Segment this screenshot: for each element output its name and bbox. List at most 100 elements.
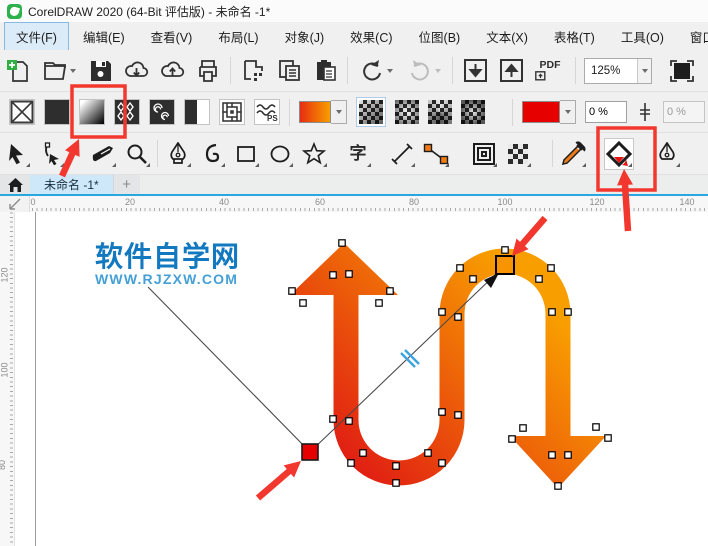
selection-node[interactable] [438,459,446,467]
selection-node[interactable] [299,299,307,307]
fullscreen-preview-icon[interactable] [668,57,696,85]
zoom-tool-icon[interactable] [123,139,151,169]
menu-item[interactable]: 查看(V) [139,22,205,51]
knife-tool-icon[interactable] [89,139,117,169]
horizontal-ruler[interactable]: 0 20 40 60 80 100 120 140 [0,196,708,213]
selection-node[interactable] [501,246,509,254]
two-color-pattern-fill-icon[interactable] [184,99,210,125]
gradient-preview-swatch[interactable] [299,101,331,123]
contour-tool-icon[interactable] [470,139,498,169]
polygon-star-tool-icon[interactable] [300,139,328,169]
rectangular-fountain-fill-icon[interactable] [461,100,485,124]
selection-node[interactable] [392,479,400,487]
copy-icon[interactable] [275,57,303,85]
zoom-level-combo[interactable]: 125% [584,57,652,84]
export-icon[interactable] [497,57,525,85]
node-color-swatch[interactable] [522,101,560,123]
selection-node[interactable] [564,308,572,316]
menu-item[interactable]: 布局(L) [206,22,270,51]
undo-flyout-caret[interactable] [387,68,393,73]
cloud-upload-icon[interactable] [158,57,186,85]
down-arrowhead[interactable] [510,436,606,488]
print-icon[interactable] [194,57,222,85]
up-arrowhead[interactable] [290,243,398,295]
selection-node[interactable] [392,462,400,470]
selection-node[interactable] [456,264,464,272]
selection-node[interactable] [375,299,383,307]
selection-node[interactable] [604,434,612,442]
rectangle-tool-icon[interactable] [232,139,260,169]
vector-pattern-fill-icon[interactable] [114,99,140,125]
open-document-icon[interactable] [40,57,78,85]
redo-icon[interactable] [404,57,444,85]
dimension-tool-icon[interactable] [388,139,416,169]
menu-item[interactable]: 工具(O) [609,22,676,51]
selection-node[interactable] [469,275,477,283]
menu-item[interactable]: 表格(T) [542,22,607,51]
node-color-caret[interactable] [560,100,576,124]
menu-item[interactable]: 文件(F) [4,21,69,51]
selection-node[interactable] [347,459,355,467]
uniform-fill-icon[interactable] [44,99,70,125]
gradient-midpoint-slider[interactable] [400,349,420,368]
selection-node[interactable] [345,270,353,278]
bitmap-pattern-fill-icon[interactable] [149,99,175,125]
selection-node[interactable] [554,482,562,490]
open-flyout-caret[interactable] [70,68,76,73]
node-transparency-input[interactable] [585,101,627,123]
selection-node[interactable] [454,411,462,419]
welcome-home-icon[interactable] [0,175,30,194]
conical-fountain-fill-icon[interactable] [428,100,452,124]
s-arrow-shape[interactable] [290,243,606,488]
zoom-combo-caret[interactable] [637,58,651,83]
cut-icon[interactable] [239,57,267,85]
menu-item[interactable]: 文本(X) [474,22,540,51]
new-document-icon[interactable] [4,57,32,85]
selection-node[interactable] [438,308,446,316]
menu-item[interactable]: 编辑(E) [71,22,137,51]
selection-node[interactable] [519,424,527,432]
cloud-download-icon[interactable] [122,57,150,85]
fountain-fill-icon[interactable] [79,99,105,125]
pick-tool-icon[interactable] [3,139,31,169]
connector-tool-icon[interactable] [422,139,450,169]
menu-item[interactable]: 效果(C) [338,22,404,51]
selection-node[interactable] [454,313,462,321]
interactive-fill-tool-icon[interactable] [604,137,634,170]
shape-tool-icon[interactable] [37,139,65,169]
import-icon[interactable] [461,57,489,85]
linear-fountain-selected-frame[interactable] [356,97,386,127]
selection-node[interactable] [548,451,556,459]
freehand-tool-icon[interactable] [198,139,226,169]
selection-node[interactable] [338,239,346,247]
selection-node[interactable] [359,449,367,457]
selection-node[interactable] [329,271,337,279]
selection-node[interactable] [535,275,543,283]
postscript-fill-icon[interactable]: PS [254,99,280,125]
selection-node[interactable] [438,408,446,416]
linear-fountain-fill-icon[interactable] [359,100,383,124]
elliptical-fountain-fill-icon[interactable] [395,100,419,124]
menu-item[interactable]: 窗口(W) [678,22,708,51]
fill-picker-caret[interactable] [331,100,347,124]
menu-item[interactable]: 对象(J) [273,22,337,51]
transparency-tool-icon[interactable] [504,139,532,169]
pen-tool-icon[interactable] [164,139,192,169]
selection-node[interactable] [547,264,555,272]
publish-pdf-icon[interactable]: PDF [533,57,567,85]
selection-node[interactable] [548,308,556,316]
gradient-start-node[interactable] [301,443,319,461]
selection-node[interactable] [564,451,572,459]
selection-node[interactable] [592,423,600,431]
vertical-ruler[interactable]: 120 100 80 [0,212,15,546]
ellipse-tool-icon[interactable] [266,139,294,169]
save-icon[interactable] [86,57,114,85]
new-tab-button[interactable]: + [112,175,140,194]
undo-icon[interactable] [356,57,396,85]
document-tab[interactable]: 未命名 -1* [30,175,113,194]
selection-node[interactable] [329,415,337,423]
transparency-slider-icon[interactable] [636,98,654,126]
node-color-picker[interactable] [522,100,576,124]
drawing-canvas[interactable]: 软件自学网 WWW.RJZXW.COM [0,212,708,546]
color-eyedropper-icon[interactable] [559,139,587,169]
